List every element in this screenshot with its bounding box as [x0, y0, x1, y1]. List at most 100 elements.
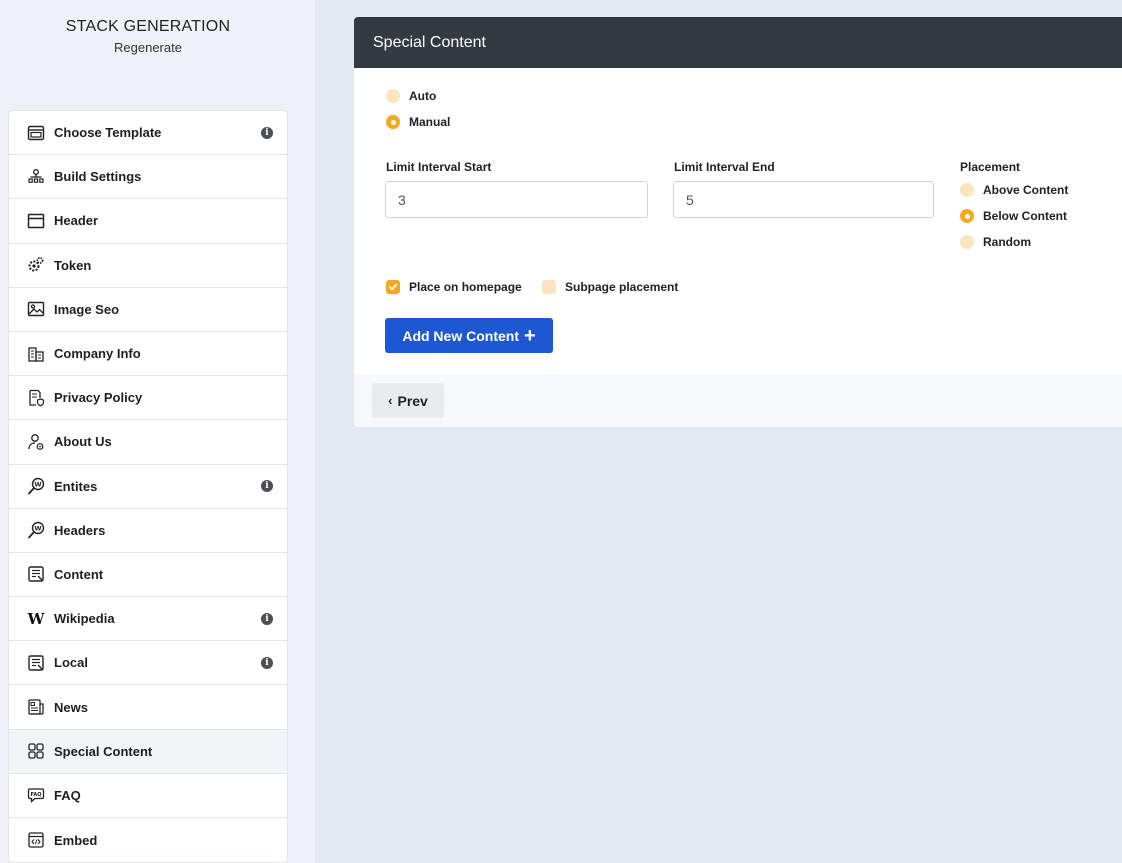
sidebar-item-label: News	[54, 699, 88, 715]
sidebar-item-token[interactable]: Token	[9, 244, 287, 288]
sidebar-item-label: Build Settings	[54, 169, 142, 185]
card-body: Auto Manual Limit Interval Start 3 Limit…	[354, 68, 1122, 374]
regenerate-link[interactable]: Regenerate	[114, 40, 182, 55]
radio-label: Random	[983, 235, 1031, 249]
sidebar-item-company-info[interactable]: Company Info	[9, 332, 287, 377]
sidebar-item-label: Privacy Policy	[54, 390, 143, 406]
info-icon[interactable]: i	[261, 612, 273, 625]
radio-label: Manual	[409, 115, 451, 129]
sidebar-item-label: Entites	[54, 478, 98, 494]
svg-text:W: W	[27, 610, 45, 628]
radio-label: Above Content	[983, 183, 1069, 197]
policy-icon	[26, 388, 46, 408]
radio-button[interactable]	[960, 209, 974, 223]
info-icon[interactable]: i	[261, 480, 273, 493]
sidebar-item-choose-template[interactable]: Choose Template i	[9, 111, 287, 156]
sidebar-item-news[interactable]: News	[9, 685, 287, 730]
info-icon[interactable]: i	[261, 656, 273, 669]
sidebar-item-label: Image Seo	[54, 301, 120, 317]
add-button-label: Add New Content	[402, 327, 519, 344]
checkbox[interactable]	[386, 280, 400, 294]
plus-icon: +	[523, 324, 536, 347]
checkbox-label: Place on homepage	[409, 280, 522, 294]
grid-icon	[26, 741, 46, 761]
sidebar-item-label: Headers	[54, 522, 106, 538]
prev-button-label: Prev	[397, 392, 428, 409]
brand-title: STACK GENERATION	[65, 18, 231, 35]
embed-icon	[26, 830, 46, 850]
checkbox[interactable]	[542, 280, 556, 294]
special-content-card: Special Content Auto Manual Limit Interv…	[354, 17, 1122, 427]
brand: STACK GENERATION Regenerate	[0, 18, 296, 57]
wikipedia-icon: W	[26, 609, 46, 629]
card-footer: ‹ Prev	[354, 374, 1122, 427]
sidebar-item-embed[interactable]: Embed	[9, 818, 287, 862]
sidebar: STACK GENERATION Regenerate Choose Templ…	[0, 0, 315, 863]
sidebar-item-label: About Us	[54, 434, 112, 450]
placement-radio-random[interactable]: Random	[960, 235, 1031, 249]
sidebar-item-about-us[interactable]: About Us	[9, 420, 287, 465]
sidebar-item-headers[interactable]: W Headers	[9, 509, 287, 553]
sidebar-item-label: Header	[54, 213, 99, 229]
sitemap-icon	[26, 167, 46, 187]
chevron-left-icon: ‹	[388, 393, 393, 408]
header-layout-icon	[26, 211, 46, 231]
gears-icon	[26, 255, 46, 275]
radio-label: Below Content	[983, 209, 1067, 223]
sidebar-item-label: Wikipedia	[54, 611, 115, 627]
building-icon	[26, 344, 46, 364]
limit-end-input[interactable]: 5	[673, 181, 934, 218]
sidebar-item-label: FAQ	[54, 787, 81, 803]
sidebar-item-faq[interactable]: FAQ FAQ	[9, 774, 287, 818]
sidebar-item-label: Content	[54, 566, 104, 582]
prev-button[interactable]: ‹ Prev	[372, 383, 444, 418]
sidebar-item-label: Local	[54, 655, 88, 671]
svg-text:W: W	[34, 480, 41, 488]
radio-button[interactable]	[386, 89, 400, 103]
user-icon	[26, 432, 46, 452]
checkbox-label: Subpage placement	[565, 280, 679, 294]
sidebar-item-label: Token	[54, 257, 92, 273]
wiki-search-icon: W	[26, 520, 46, 540]
placement-radio-below[interactable]: Below Content	[960, 209, 1067, 223]
info-icon[interactable]: i	[261, 126, 273, 139]
wiki-search-icon: W	[26, 476, 46, 496]
document-icon	[26, 653, 46, 673]
radio-button[interactable]	[960, 183, 974, 197]
sidebar-item-label: Company Info	[54, 346, 141, 362]
image-icon	[26, 299, 46, 319]
add-new-content-button[interactable]: Add New Content +	[385, 318, 553, 353]
sidebar-item-image-seo[interactable]: Image Seo	[9, 288, 287, 332]
place-on-homepage-checkbox[interactable]: Place on homepage	[386, 280, 522, 294]
placement-label: Placement	[960, 160, 1021, 174]
radio-label: Auto	[409, 89, 437, 103]
sidebar-menu: Choose Template i Build Settings Header Toke…	[8, 110, 288, 863]
sidebar-item-special-content[interactable]: Special Content	[9, 729, 287, 774]
check-icon	[389, 283, 397, 291]
radio-button[interactable]	[386, 115, 400, 129]
sidebar-item-content[interactable]: Content	[9, 553, 287, 598]
sidebar-item-entites[interactable]: W Entites i	[9, 465, 287, 509]
sidebar-item-header[interactable]: Header	[9, 199, 287, 244]
sidebar-item-local[interactable]: Local i	[9, 641, 287, 686]
sidebar-item-wikipedia[interactable]: W Wikipedia i	[9, 597, 287, 642]
sidebar-item-privacy-policy[interactable]: Privacy Policy	[9, 376, 287, 421]
sidebar-item-build-settings[interactable]: Build Settings	[9, 155, 287, 200]
card-title: Special Content	[373, 33, 486, 51]
radio-button[interactable]	[960, 235, 974, 249]
mode-radio-auto[interactable]: Auto	[386, 89, 436, 103]
mode-radio-manual[interactable]: Manual	[386, 115, 450, 129]
sidebar-item-label: Choose Template	[54, 125, 162, 141]
subpage-placement-checkbox[interactable]: Subpage placement	[542, 280, 678, 294]
limit-start-label: Limit Interval Start	[386, 160, 492, 174]
limit-start-input[interactable]: 3	[385, 181, 648, 218]
card-header: Special Content	[354, 17, 1122, 68]
placement-radio-above[interactable]: Above Content	[960, 183, 1068, 197]
sidebar-item-label: Embed	[54, 832, 98, 848]
newspaper-icon	[26, 697, 46, 717]
template-icon	[26, 123, 46, 143]
limit-start-value: 3	[398, 191, 406, 208]
limit-end-value: 5	[686, 191, 694, 208]
svg-text:FAQ: FAQ	[31, 792, 42, 798]
sidebar-item-label: Special Content	[54, 743, 153, 759]
